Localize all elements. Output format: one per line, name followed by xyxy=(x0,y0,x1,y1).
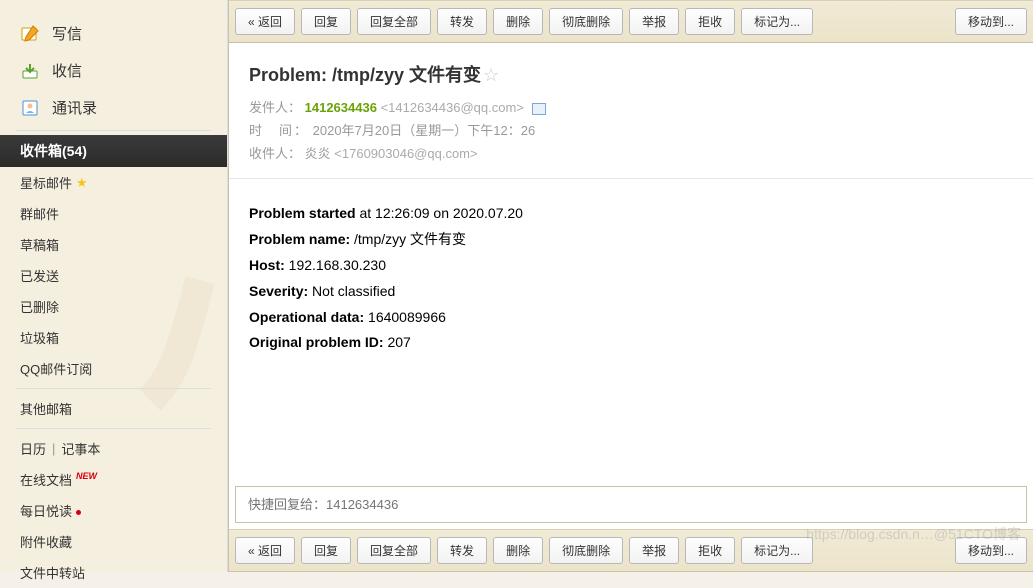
drafts-label: 草稿箱 xyxy=(20,235,59,254)
body-line: Problem name: /tmp/zyy 文件有变 xyxy=(249,227,1013,253)
main-content: « 返回 回复 回复全部 转发 删除 彻底删除 举报 拒收 标记为... 移动到… xyxy=(228,0,1033,572)
delete-forever-button[interactable]: 彻底删除 xyxy=(549,537,623,564)
reply-all-button[interactable]: 回复全部 xyxy=(357,8,431,35)
report-button[interactable]: 举报 xyxy=(629,8,679,35)
starred-label: 星标邮件 xyxy=(20,173,72,192)
inbox-label: 收件箱(54) xyxy=(20,141,87,161)
toolbar-top: « 返回 回复 回复全部 转发 删除 彻底删除 举报 拒收 标记为... 移动到… xyxy=(229,0,1033,43)
star-icon: ★ xyxy=(76,175,88,191)
mail-body: Problem started at 12:26:09 on 2020.07.2… xyxy=(229,179,1033,480)
mail-subject: Problem: /tmp/zyy 文件有变☆ xyxy=(249,61,1013,87)
sender-row: 发件人： 1412634436 <1412634436@qq.com> xyxy=(249,97,1013,116)
sent-label: 已发送 xyxy=(20,266,59,285)
sidebar-item-drafts[interactable]: 草稿箱 xyxy=(0,229,227,260)
move-to-button[interactable]: 移动到... xyxy=(955,537,1027,564)
report-button[interactable]: 举报 xyxy=(629,537,679,564)
reply-button[interactable]: 回复 xyxy=(301,537,351,564)
time-row: 时 间： 2020年7月20日（星期一）下午12：26 xyxy=(249,120,1013,139)
sidebar-item-subscribe[interactable]: QQ邮件订阅 xyxy=(0,353,227,384)
group-label: 群邮件 xyxy=(20,204,59,223)
compose-button[interactable]: 写信 xyxy=(0,15,227,52)
favorite-star-icon[interactable]: ☆ xyxy=(483,65,499,85)
mail-header: Problem: /tmp/zyy 文件有变☆ 发件人： 1412634436 … xyxy=(229,43,1033,179)
sidebar-item-group[interactable]: 群邮件 xyxy=(0,198,227,229)
deleted-label: 已删除 xyxy=(20,297,59,316)
sidebar-item-inbox[interactable]: 收件箱(54) xyxy=(0,135,227,167)
back-button[interactable]: « 返回 xyxy=(235,537,295,564)
notes-label[interactable]: 记事本 xyxy=(61,439,100,458)
back-button[interactable]: « 返回 xyxy=(235,8,295,35)
toolbar-bottom: « 返回 回复 回复全部 转发 删除 彻底删除 举报 拒收 标记为... 移动到… xyxy=(229,529,1033,572)
body-line: Original problem ID: 207 xyxy=(249,330,1013,356)
mark-as-button[interactable]: 标记为... xyxy=(741,8,813,35)
sidebar-item-daily-read[interactable]: 每日悦读 xyxy=(0,495,227,526)
subject-text: Problem: /tmp/zyy 文件有变 xyxy=(249,65,481,85)
reject-button[interactable]: 拒收 xyxy=(685,537,735,564)
receive-icon xyxy=(20,61,40,81)
divider xyxy=(16,428,211,429)
new-badge: NEW xyxy=(76,471,97,481)
contacts-label: 通讯录 xyxy=(52,97,97,118)
recipient-label: 收件人： xyxy=(249,146,301,161)
separator: | xyxy=(52,441,55,456)
body-line: Host: 192.168.30.230 xyxy=(249,253,1013,279)
body-line: Problem started at 12:26:09 on 2020.07.2… xyxy=(249,201,1013,227)
reply-all-button[interactable]: 回复全部 xyxy=(357,537,431,564)
trash-label: 垃圾箱 xyxy=(20,328,59,347)
move-to-button[interactable]: 移动到... xyxy=(955,8,1027,35)
sender-name[interactable]: 1412634436 xyxy=(305,100,377,115)
sidebar-item-calendar-notes[interactable]: 日历 | 记事本 xyxy=(0,433,227,464)
subscribe-label: QQ邮件订阅 xyxy=(20,359,92,378)
delete-button[interactable]: 删除 xyxy=(493,537,543,564)
divider xyxy=(16,388,211,389)
recipient-row: 收件人： 炎炎 <1760903046@qq.com> xyxy=(249,143,1013,162)
recipient-address: <1760903046@qq.com> xyxy=(334,146,477,161)
quick-reply-area xyxy=(229,480,1033,529)
daily-read-label: 每日悦读 xyxy=(20,501,81,520)
reply-button[interactable]: 回复 xyxy=(301,8,351,35)
sidebar-item-other-mailbox[interactable]: 其他邮箱 xyxy=(0,393,227,424)
delete-forever-button[interactable]: 彻底删除 xyxy=(549,8,623,35)
attachments-label: 附件收藏 xyxy=(20,532,72,551)
reject-button[interactable]: 拒收 xyxy=(685,8,735,35)
file-transfer-label: 文件中转站 xyxy=(20,563,85,582)
compose-icon xyxy=(20,24,40,44)
forward-button[interactable]: 转发 xyxy=(437,537,487,564)
body-line: Operational data: 1640089966 xyxy=(249,305,1013,331)
recipient-name[interactable]: 炎炎 xyxy=(305,146,331,161)
other-mailbox-label: 其他邮箱 xyxy=(20,399,72,418)
sidebar-item-sent[interactable]: 已发送 xyxy=(0,260,227,291)
quick-reply-input[interactable] xyxy=(235,486,1027,523)
sidebar-item-file-transfer[interactable]: 文件中转站 xyxy=(0,557,227,588)
sender-address: <1412634436@qq.com> xyxy=(381,100,524,115)
sidebar-item-trash[interactable]: 垃圾箱 xyxy=(0,322,227,353)
receive-button[interactable]: 收信 xyxy=(0,52,227,89)
sidebar: 写信 收信 通讯录 收件箱(54) 星标邮件 ★ 群邮件 草稿箱 已发送 已删除… xyxy=(0,0,228,572)
time-label: 时 间： xyxy=(249,120,309,139)
online-docs-label: 在线文档 xyxy=(20,470,72,489)
time-value: 2020年7月20日（星期一）下午12：26 xyxy=(313,123,536,138)
calendar-label[interactable]: 日历 xyxy=(20,439,46,458)
sidebar-item-attachments[interactable]: 附件收藏 xyxy=(0,526,227,557)
contacts-button[interactable]: 通讯录 xyxy=(0,89,227,126)
sender-label: 发件人： xyxy=(249,100,301,115)
divider xyxy=(16,130,211,131)
body-line: Severity: Not classified xyxy=(249,279,1013,305)
compose-label: 写信 xyxy=(52,23,82,44)
sidebar-item-starred[interactable]: 星标邮件 ★ xyxy=(0,167,227,198)
forward-button[interactable]: 转发 xyxy=(437,8,487,35)
contacts-icon xyxy=(20,98,40,118)
delete-button[interactable]: 删除 xyxy=(493,8,543,35)
receive-label: 收信 xyxy=(52,60,82,81)
mark-as-button[interactable]: 标记为... xyxy=(741,537,813,564)
vcard-icon[interactable] xyxy=(532,103,546,115)
sidebar-item-online-docs[interactable]: 在线文档 NEW xyxy=(0,464,227,495)
sidebar-item-deleted[interactable]: 已删除 xyxy=(0,291,227,322)
